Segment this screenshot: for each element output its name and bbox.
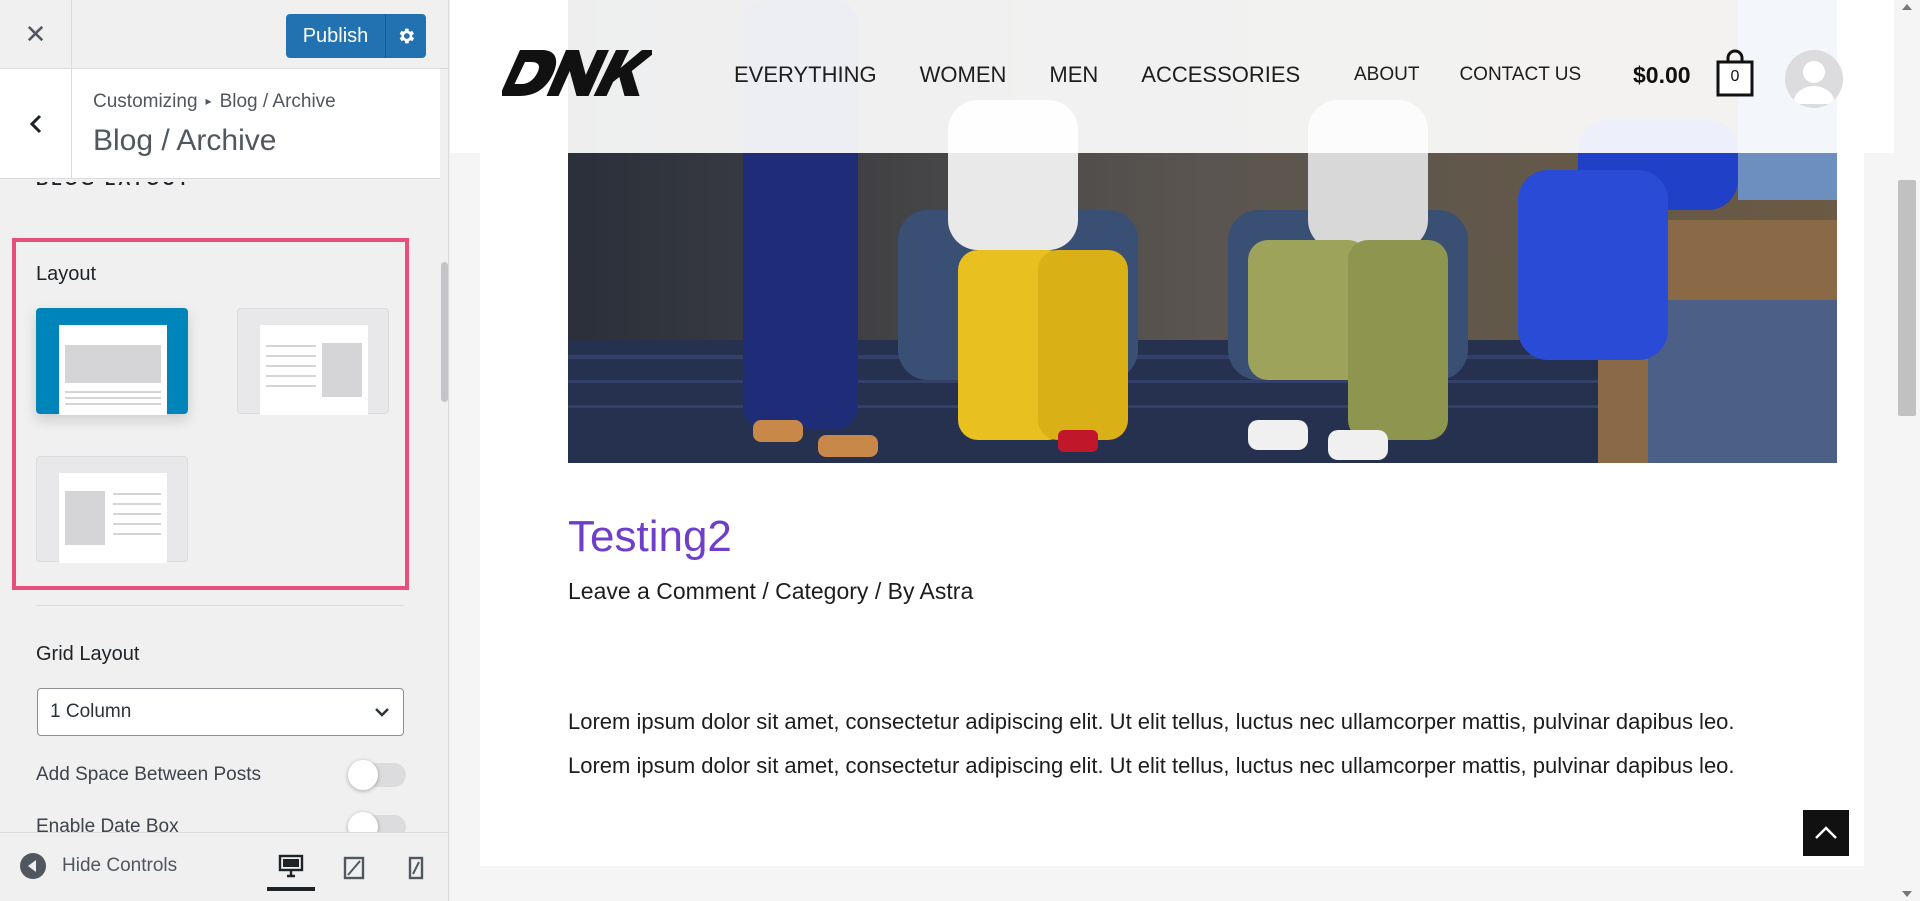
back-button[interactable] xyxy=(0,69,72,179)
space-between-posts-toggle[interactable] xyxy=(348,760,406,790)
customizer-footer: Hide Controls xyxy=(0,832,448,901)
toggle-label: Add Space Between Posts xyxy=(36,764,261,785)
excerpt-line: Lorem ipsum dolor sit amet, consectetur … xyxy=(568,709,1735,734)
primary-nav: EVERYTHING WOMEN MEN ACCESSORIES xyxy=(734,62,1300,88)
section-divider xyxy=(36,605,404,606)
gear-icon xyxy=(399,28,415,44)
user-icon xyxy=(1793,61,1835,104)
post-meta: Leave a Comment / Category / By Astra xyxy=(568,578,974,604)
scroll-up-arrow[interactable] xyxy=(1902,4,1912,10)
excerpt-line: Lorem ipsum dolor sit amet, consectetur … xyxy=(568,753,1735,778)
cart-button[interactable]: 0 xyxy=(1715,48,1755,98)
customizer-topbar: ✕ Publish xyxy=(0,0,448,69)
breadcrumb-root: Customizing xyxy=(93,91,198,112)
chevron-up-icon xyxy=(1815,826,1837,839)
device-desktop-button[interactable] xyxy=(267,845,315,891)
customizer-sidebar: ✕ Publish Customizing ▸ Blog / Archive Blo… xyxy=(0,0,449,901)
layout-3-preview xyxy=(59,473,167,563)
collapse-icon xyxy=(20,853,46,879)
grid-layout-label: Grid Layout xyxy=(36,643,140,665)
cart-count: 0 xyxy=(1730,68,1740,85)
toggle-knob xyxy=(348,760,378,790)
nav-item-everything[interactable]: EVERYTHING xyxy=(734,62,877,88)
secondary-nav: ABOUT CONTACT US xyxy=(1354,64,1581,86)
section-header: Customizing ▸ Blog / Archive Blog / Archiv… xyxy=(0,69,440,179)
site-preview: Testing2 Leave a Comment / Category / By… xyxy=(450,0,1920,901)
scrollbar-thumb[interactable] xyxy=(1898,180,1916,416)
site-logo[interactable] xyxy=(499,42,659,111)
hide-controls-label: Hide Controls xyxy=(62,855,178,876)
post-title[interactable]: Testing2 xyxy=(568,512,732,562)
nav-item-contact[interactable]: CONTACT US xyxy=(1459,64,1581,86)
hide-controls-button[interactable]: Hide Controls xyxy=(20,853,177,879)
layout-1-preview xyxy=(59,325,167,415)
publish-button[interactable]: Publish xyxy=(286,14,386,58)
post-excerpt: Lorem ipsum dolor sit amet, consectetur … xyxy=(568,700,1848,788)
breadcrumb: Customizing ▸ Blog / Archive xyxy=(93,91,336,113)
nav-item-women[interactable]: WOMEN xyxy=(920,62,1007,88)
toggle-row-space-between-posts: Add Space Between Posts xyxy=(36,759,406,791)
nav-item-accessories[interactable]: ACCESSORIES xyxy=(1141,62,1300,88)
layout-option-3[interactable] xyxy=(36,456,188,563)
scroll-to-top-button[interactable] xyxy=(1803,810,1849,856)
grid-layout-select[interactable]: 1 Column xyxy=(37,688,404,736)
desktop-icon xyxy=(278,854,304,878)
preview-scrollbar[interactable] xyxy=(1894,0,1920,901)
nav-item-men[interactable]: MEN xyxy=(1049,62,1098,88)
tablet-icon xyxy=(343,856,365,880)
site-header: EVERYTHING WOMEN MEN ACCESSORIES ABOUT C… xyxy=(450,0,1894,153)
chevron-down-icon xyxy=(375,708,389,717)
grid-layout-value: 1 Column xyxy=(50,701,132,722)
device-mobile-button[interactable] xyxy=(392,845,440,891)
layout-option-2[interactable] xyxy=(237,308,389,415)
breadcrumb-separator: ▸ xyxy=(205,94,212,108)
publish-group: Publish xyxy=(286,14,426,58)
close-icon: ✕ xyxy=(24,19,47,49)
layout-option-1[interactable] xyxy=(36,308,188,415)
breadcrumb-current: Blog / Archive xyxy=(219,91,336,112)
mobile-icon xyxy=(408,856,424,880)
chevron-left-icon xyxy=(29,114,41,134)
avatar[interactable] xyxy=(1785,50,1843,108)
device-tablet-button[interactable] xyxy=(330,845,378,891)
scroll-down-arrow[interactable] xyxy=(1902,891,1912,897)
dnk-logo xyxy=(499,50,659,96)
close-customizer-button[interactable]: ✕ xyxy=(0,0,72,69)
layout-label: Layout xyxy=(36,263,97,285)
cart-total[interactable]: $0.00 xyxy=(1633,62,1691,89)
publish-settings-button[interactable] xyxy=(386,14,426,58)
section-title: Blog / Archive xyxy=(93,124,277,157)
nav-item-about[interactable]: ABOUT xyxy=(1354,64,1419,86)
layout-2-preview xyxy=(260,325,368,415)
panel-scrollbar[interactable] xyxy=(441,262,448,402)
